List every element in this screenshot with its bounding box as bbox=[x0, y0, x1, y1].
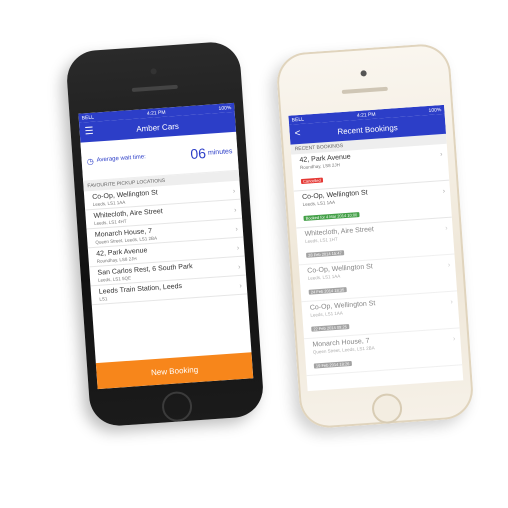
chevron-right-icon: › bbox=[445, 224, 448, 233]
clock-icon: ◷ bbox=[86, 156, 95, 166]
favourite-locations-list: Co-Op, Wellington St Leeds, LS1 1AA › Wh… bbox=[83, 180, 248, 306]
time-label: 4:21 PM bbox=[356, 111, 376, 119]
back-icon[interactable]: < bbox=[294, 128, 301, 139]
battery-label: 100% bbox=[218, 104, 232, 112]
date-badge: 28 Feb 2014 15:47 bbox=[306, 250, 344, 258]
date-badge: 22 Feb 2014 09:25 bbox=[311, 324, 350, 332]
chevron-right-icon: › bbox=[235, 225, 239, 234]
chevron-right-icon: › bbox=[442, 188, 446, 196]
app-title: Amber Cars bbox=[135, 121, 180, 134]
home-button[interactable] bbox=[161, 390, 194, 423]
camera-icon bbox=[150, 68, 157, 75]
chevron-right-icon: › bbox=[439, 151, 443, 159]
status-badge: Cancelled bbox=[300, 177, 323, 185]
wait-value: 06 bbox=[189, 144, 207, 163]
screen-title: Recent Bookings bbox=[337, 122, 399, 136]
speaker-grill bbox=[131, 84, 178, 92]
battery-label: 100% bbox=[428, 106, 442, 114]
recent-bookings-list: 42, Park Avenue Roundhay, LS8 2JH Cancel… bbox=[291, 143, 463, 377]
camera-icon bbox=[360, 70, 367, 77]
chevron-right-icon: › bbox=[232, 188, 236, 196]
chevron-right-icon: › bbox=[236, 244, 240, 253]
carrier-label: BELL bbox=[81, 114, 95, 122]
new-booking-button[interactable]: New Booking bbox=[95, 352, 254, 390]
chevron-right-icon: › bbox=[452, 335, 456, 343]
phone-gold: BELL 4:21 PM 100% < Recent Bookings RECE… bbox=[275, 42, 475, 430]
phone-black: BELL 4:21 PM 100% ☰ Amber Cars ◷ Average… bbox=[65, 40, 265, 428]
date-badge: 19 Feb 2014 18:26 bbox=[313, 360, 352, 369]
speaker-grill bbox=[341, 86, 388, 94]
time-label: 4:21 PM bbox=[146, 109, 166, 117]
chevron-right-icon: › bbox=[237, 263, 241, 271]
chevron-right-icon: › bbox=[239, 282, 243, 290]
date-badge: 24 Feb 2014 18:35 bbox=[308, 287, 347, 295]
status-badge: Booked for 4 Mar 2014 10:00 bbox=[303, 212, 360, 221]
wait-unit: minutes bbox=[207, 147, 233, 157]
wait-label: Average wait time: bbox=[96, 154, 147, 164]
screen-right: BELL 4:21 PM 100% < Recent Bookings RECE… bbox=[288, 104, 464, 392]
chevron-right-icon: › bbox=[447, 261, 451, 269]
home-button[interactable] bbox=[371, 392, 404, 425]
chevron-right-icon: › bbox=[450, 298, 454, 306]
screen-left: BELL 4:21 PM 100% ☰ Amber Cars ◷ Average… bbox=[78, 102, 254, 390]
chevron-right-icon: › bbox=[233, 206, 237, 215]
menu-icon[interactable]: ☰ bbox=[84, 126, 94, 138]
carrier-label: BELL bbox=[291, 116, 305, 124]
